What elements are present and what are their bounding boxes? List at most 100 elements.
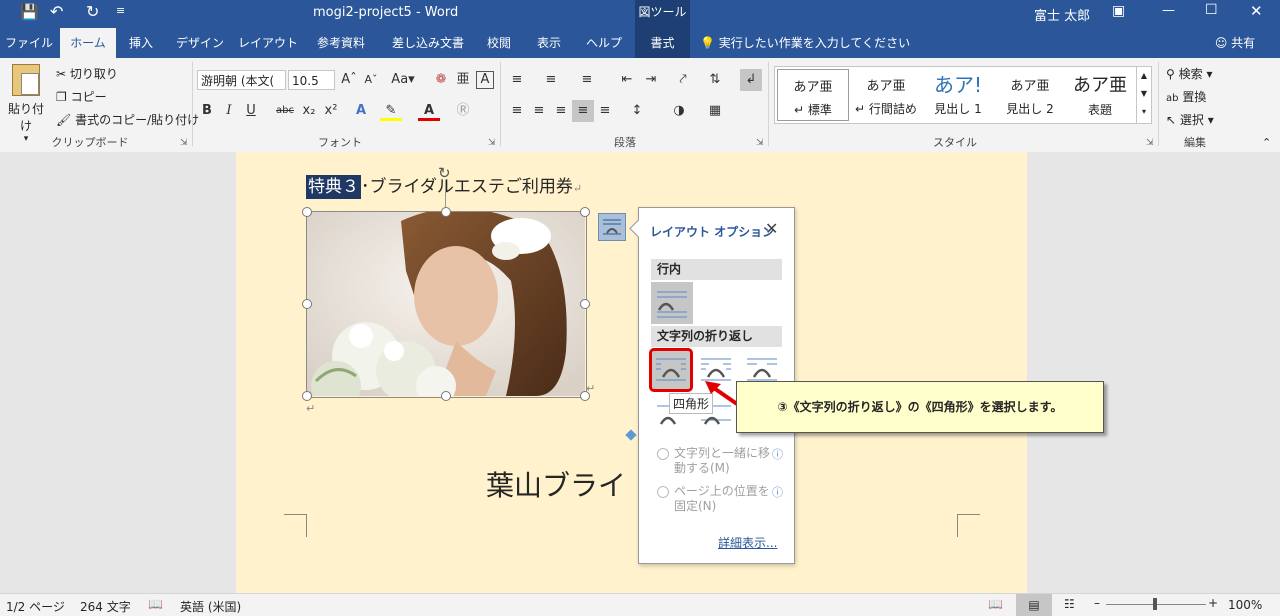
see-more-link[interactable]: 詳細表示...	[718, 534, 777, 551]
italic-icon[interactable]: I	[218, 100, 240, 122]
paste-button[interactable]: 貼り付け ▾	[6, 62, 46, 144]
font-size-combo[interactable]: 10.5	[288, 70, 335, 90]
underline-icon[interactable]: U	[240, 100, 262, 122]
styles-launcher-icon[interactable]: ⇲	[1146, 138, 1154, 148]
anchor-icon[interactable]	[625, 429, 637, 441]
scroll-down-icon[interactable]: ▼	[1137, 85, 1151, 103]
character-border-icon[interactable]: A	[476, 71, 494, 89]
proofing-icon[interactable]: 📖	[148, 597, 163, 611]
info-icon[interactable]: ⓘ	[772, 446, 783, 462]
clipboard-launcher-icon[interactable]: ⇲	[180, 138, 188, 148]
justify-icon[interactable]: ≡	[572, 100, 594, 122]
distributed-icon[interactable]: ≡	[594, 100, 616, 122]
tab-layout[interactable]: レイアウト	[236, 28, 300, 58]
tab-help[interactable]: ヘルプ	[578, 28, 630, 58]
save-icon[interactable]: 💾	[20, 3, 39, 21]
zoom-level[interactable]: 100%	[1228, 598, 1262, 612]
strikethrough-icon[interactable]: abc	[272, 100, 298, 122]
more-styles-icon[interactable]: ▾	[1137, 103, 1151, 121]
font-name-combo[interactable]: 游明朝 (本文(	[197, 70, 286, 90]
tab-view[interactable]: 表示	[526, 28, 572, 58]
tab-references[interactable]: 参考資料	[306, 28, 376, 58]
resize-handle-s[interactable]	[441, 391, 451, 401]
subscript-icon[interactable]: x₂	[298, 100, 320, 122]
borders-icon[interactable]: ▦	[704, 100, 726, 122]
replace-button[interactable]: ab 置換	[1166, 88, 1206, 105]
style-title[interactable]: あア亜 表題	[1065, 69, 1135, 119]
tab-insert[interactable]: 挿入	[118, 28, 164, 58]
layout-options-button[interactable]	[598, 213, 626, 241]
format-painter-button[interactable]: 🖌 書式のコピー/貼り付け	[56, 111, 199, 128]
selected-heading-text[interactable]: 特典３	[306, 175, 361, 199]
multilevel-list-icon[interactable]: ≡	[576, 69, 598, 91]
highlight-color-icon[interactable]: ✎	[380, 100, 402, 121]
tell-me-box[interactable]: 💡 実行したい作業を入力してください	[700, 28, 910, 58]
align-center-icon[interactable]: ≡	[528, 100, 550, 122]
minimize-icon[interactable]: —	[1162, 3, 1175, 18]
asian-layout-icon[interactable]: ⤤	[672, 69, 694, 91]
increase-indent-icon[interactable]: ⇥	[640, 69, 662, 91]
rotate-handle-icon[interactable]: ↻	[438, 166, 452, 181]
style-no-spacing[interactable]: あア亜 ↵ 行間詰め	[851, 69, 921, 119]
page-count[interactable]: 1/2 ページ	[6, 598, 65, 615]
tab-home[interactable]: ホーム	[60, 28, 116, 58]
big-title-text[interactable]: 葉山ブライ	[486, 464, 626, 504]
tab-file[interactable]: ファイル	[0, 28, 58, 58]
resize-handle-e[interactable]	[580, 299, 590, 309]
print-layout-icon[interactable]: ▤	[1016, 594, 1052, 616]
resize-handle-sw[interactable]	[302, 391, 312, 401]
customize-qat-icon[interactable]: ≡	[116, 4, 125, 17]
line-spacing-icon[interactable]: ↕	[626, 100, 648, 122]
style-normal[interactable]: あア亜 ↵ 標準	[777, 69, 849, 121]
font-color-icon[interactable]: A	[418, 100, 440, 121]
panel-close-icon[interactable]: ✕	[765, 219, 778, 238]
maximize-icon[interactable]: ☐	[1205, 2, 1218, 18]
clear-formatting-icon[interactable]: ❁	[430, 69, 452, 91]
close-icon[interactable]: ✕	[1250, 2, 1263, 20]
language[interactable]: 英語 (米国)	[180, 598, 241, 615]
user-name[interactable]: 富士 太郎	[1034, 5, 1090, 24]
move-with-text-radio[interactable]	[657, 448, 669, 460]
web-layout-icon[interactable]: ☷	[1064, 597, 1075, 611]
resize-handle-n[interactable]	[441, 207, 451, 217]
bride-photo[interactable]	[306, 211, 585, 396]
tab-mailings[interactable]: 差し込み文書	[382, 28, 474, 58]
show-marks-icon[interactable]: ↲	[740, 69, 762, 91]
info-icon[interactable]: ⓘ	[772, 484, 783, 500]
tab-format[interactable]: 書式	[635, 28, 690, 58]
sort-icon[interactable]: ⇅	[704, 69, 726, 91]
styles-scroll[interactable]: ▲ ▼ ▾	[1136, 66, 1152, 124]
tab-review[interactable]: 校閲	[478, 28, 520, 58]
superscript-icon[interactable]: x²	[320, 100, 342, 122]
wrap-square-option[interactable]	[649, 348, 693, 392]
resize-handle-nw[interactable]	[302, 207, 312, 217]
share-button[interactable]: ☺ 共有	[1210, 28, 1260, 58]
numbering-icon[interactable]: ≡	[540, 69, 562, 91]
zoom-slider-thumb[interactable]	[1153, 598, 1157, 610]
copy-button[interactable]: ❐ コピー	[56, 88, 107, 105]
collapse-ribbon-icon[interactable]: ⌃	[1262, 136, 1271, 149]
bullets-icon[interactable]: ≡	[506, 69, 528, 91]
paragraph-launcher-icon[interactable]: ⇲	[756, 138, 764, 148]
word-count[interactable]: 264 文字	[80, 598, 131, 615]
change-case-icon[interactable]: Aa▾	[388, 69, 418, 91]
undo-icon[interactable]: ↶	[50, 2, 63, 21]
select-button[interactable]: ↖ 選択 ▾	[1166, 111, 1214, 128]
enclose-characters-icon[interactable]: Ⓡ	[452, 100, 474, 122]
text-effects-icon[interactable]: A	[350, 100, 372, 122]
decrease-indent-icon[interactable]: ⇤	[616, 69, 638, 91]
shading-icon[interactable]: ◑	[668, 100, 690, 122]
find-button[interactable]: ⚲ 検索 ▾	[1166, 65, 1212, 82]
fix-position-radio[interactable]	[657, 486, 669, 498]
font-launcher-icon[interactable]: ⇲	[488, 138, 496, 148]
style-heading-1[interactable]: あア! 見出し 1	[923, 69, 993, 119]
scroll-up-icon[interactable]: ▲	[1137, 67, 1151, 85]
resize-handle-w[interactable]	[302, 299, 312, 309]
wrap-inline-option[interactable]	[651, 282, 693, 324]
read-mode-icon[interactable]: 📖	[988, 597, 1003, 611]
ribbon-display-icon[interactable]: ▣	[1112, 3, 1125, 19]
style-heading-2[interactable]: あア亜 見出し 2	[995, 69, 1065, 119]
cut-button[interactable]: ✂ 切り取り	[56, 65, 118, 82]
redo-icon[interactable]: ↻	[86, 2, 99, 21]
heading-text[interactable]: ･ブライダルエステご利用券	[361, 177, 573, 197]
